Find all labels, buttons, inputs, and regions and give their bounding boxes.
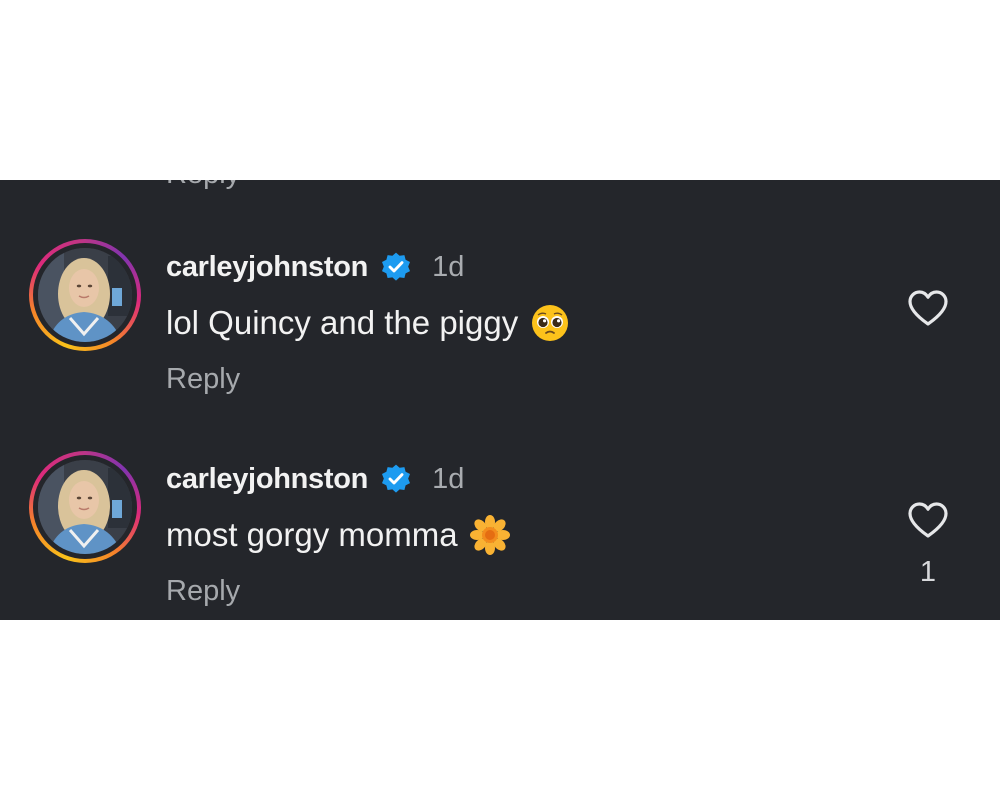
comment-username[interactable]: carleyjohnston [166,251,368,284]
pleading-face-emoji [532,305,569,341]
reply-button[interactable]: Reply [166,575,240,608]
blossom-emoji [469,515,510,555]
comment-text: lol Quincy and the piggy [166,304,519,341]
avatar-story-ring[interactable] [29,451,141,563]
comment-text: most gorgy momma [166,516,458,553]
avatar-story-ring[interactable] [29,239,141,351]
comment-timestamp: 1d [432,462,465,495]
comment-timestamp: 1d [432,250,465,283]
heart-outline-icon[interactable] [906,288,950,328]
comment-item: carleyjohnston 1d lol Quincy and the pig… [0,180,1000,395]
avatar [38,460,132,554]
heart-outline-icon[interactable] [906,500,950,540]
avatar [38,248,132,342]
comment-username[interactable]: carleyjohnston [166,463,368,496]
comment-item: carleyjohnston 1d most gorgy momma Reply [0,392,1000,607]
verified-badge-icon [382,464,411,493]
verified-badge-icon [382,252,411,281]
comments-panel: Reply [0,180,1000,620]
like-count: 1 [919,556,937,588]
